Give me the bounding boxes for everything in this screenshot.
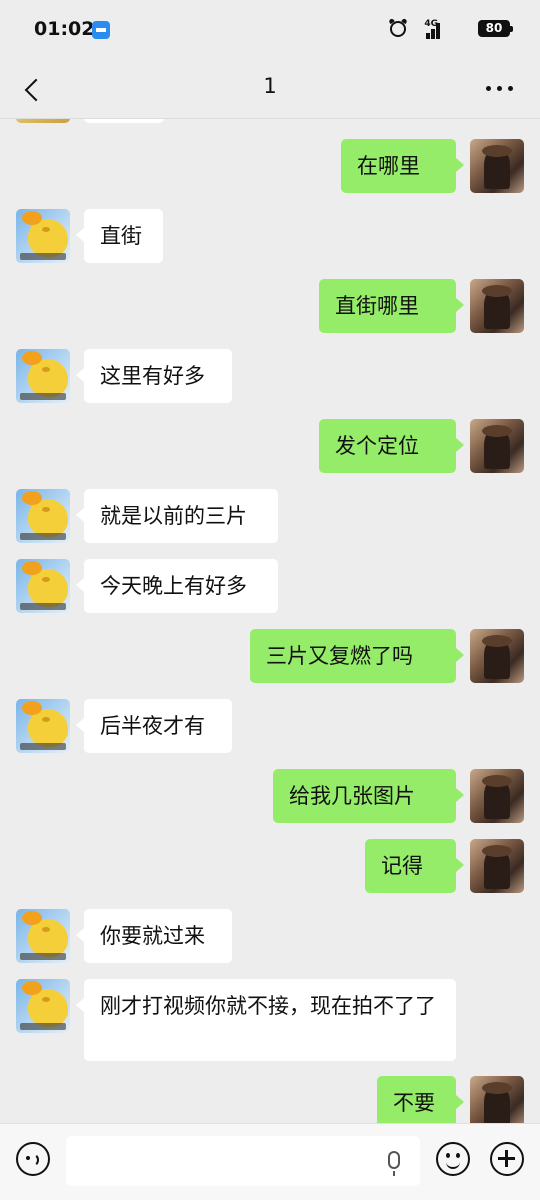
message-row: 就是以前的三片 [0, 489, 540, 543]
message-row: 直街 [0, 209, 540, 263]
notification-icon [92, 21, 110, 39]
chat-title: 1 [263, 74, 277, 98]
battery-icon: 80 [478, 20, 513, 37]
my-avatar[interactable] [470, 839, 524, 893]
message-row: 今天晚上有好多 [0, 559, 540, 613]
contact-avatar[interactable] [16, 489, 70, 543]
outgoing-message-bubble[interactable]: 记得 [365, 839, 464, 893]
voice-input-icon[interactable] [16, 1142, 50, 1176]
status-indicators: 4G 80 [370, 19, 513, 41]
message-row: 发个定位 [0, 419, 540, 473]
incoming-message-bubble[interactable]: 刚才打视频你就不接，现在拍不了了 [76, 979, 456, 1061]
message-row: 三片又复燃了吗 [0, 629, 540, 683]
outgoing-message-bubble[interactable]: 在哪里 [341, 139, 464, 193]
contact-avatar[interactable] [16, 349, 70, 403]
message-row: 刚才打视频你就不接，现在拍不了了 [0, 979, 540, 1061]
input-bar [0, 1123, 540, 1200]
incoming-message-bubble[interactable]: 今天晚上有好多 [76, 559, 278, 613]
outgoing-message-bubble[interactable]: 给我几张图片 [273, 769, 464, 823]
my-avatar[interactable] [470, 419, 524, 473]
message-row: 给我几张图片 [0, 769, 540, 823]
more-options-icon[interactable] [486, 76, 516, 100]
message-input[interactable] [66, 1136, 420, 1186]
my-avatar[interactable] [470, 279, 524, 333]
outgoing-message-bubble[interactable]: 直街哪里 [319, 279, 464, 333]
microphone-icon[interactable] [388, 1151, 400, 1176]
my-avatar[interactable] [470, 1076, 524, 1123]
emoji-icon[interactable] [436, 1142, 470, 1176]
message-row: 不要 [0, 1076, 540, 1123]
my-avatar[interactable] [470, 139, 524, 193]
message-row: 你要就过来 [0, 909, 540, 963]
message-row: 在哪里 [0, 139, 540, 193]
incoming-message-bubble[interactable]: 就是以前的三片 [76, 489, 278, 543]
incoming-message-bubble[interactable]: 你要就过来 [76, 909, 232, 963]
plus-icon[interactable] [490, 1142, 524, 1176]
contact-avatar[interactable] [16, 909, 70, 963]
outgoing-message-bubble[interactable]: 发个定位 [319, 419, 464, 473]
status-time: 01:02 [34, 18, 95, 40]
contact-avatar[interactable] [16, 209, 70, 263]
contact-avatar[interactable] [16, 979, 70, 1033]
chat-header: 1 [0, 60, 540, 119]
outgoing-message-bubble[interactable]: 三片又复燃了吗 [250, 629, 464, 683]
signal-icon [426, 23, 444, 39]
message-row: 记得 [0, 839, 540, 893]
alarm-icon [390, 21, 406, 37]
incoming-message-bubble[interactable]: 直街 [76, 209, 163, 263]
message-list[interactable]: 在哪里直街直街哪里这里有好多发个定位 就是以前的三片 今天晚上有好多三片又复燃了吗后… [0, 119, 540, 1123]
outgoing-message-bubble[interactable]: 不要 [377, 1076, 464, 1123]
message-row: 后半夜才有 [0, 699, 540, 753]
incoming-message-bubble[interactable]: 这里有好多 [76, 349, 232, 403]
contact-avatar[interactable] [16, 559, 70, 613]
my-avatar[interactable] [470, 769, 524, 823]
incoming-message-bubble[interactable]: 后半夜才有 [76, 699, 232, 753]
my-avatar[interactable] [470, 629, 524, 683]
status-bar: 01:02 4G 80 [0, 0, 540, 60]
partial-row-top [0, 119, 540, 125]
contact-avatar[interactable] [16, 699, 70, 753]
message-row: 这里有好多 [0, 349, 540, 403]
message-row: 直街哪里 [0, 279, 540, 333]
